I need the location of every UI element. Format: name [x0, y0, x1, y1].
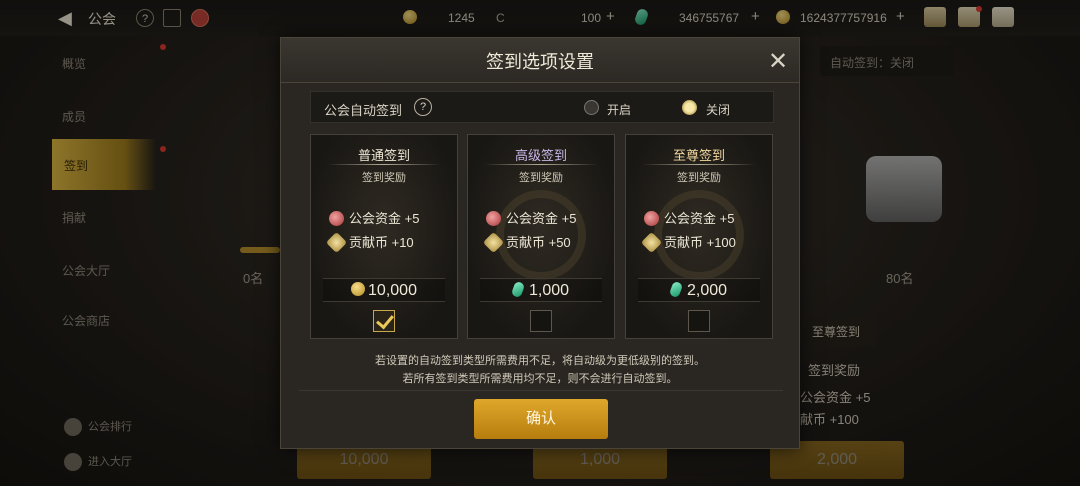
contribution-text: 贡献币 +50 — [506, 235, 571, 250]
gold-coin-icon — [351, 282, 366, 296]
price-value: 1,000 — [528, 282, 570, 299]
price: 2,000 — [638, 280, 760, 300]
close-icon[interactable]: ✕ — [768, 47, 788, 76]
contribution-reward: 贡献币 +100 — [640, 231, 736, 254]
price-bar: 10,000 — [323, 278, 445, 302]
contribution-text: 贡献币 +100 — [664, 235, 736, 250]
price: 1,000 — [480, 280, 602, 300]
radio-on-label[interactable]: 开启 — [607, 101, 631, 118]
dialog-title: 签到选项设置 — [486, 52, 594, 72]
divider — [642, 164, 756, 165]
guild-fund-reward: 公会资金 +5 — [644, 208, 734, 227]
guild-fund-text: 公会资金 +5 — [506, 211, 577, 226]
contribution-text: 贡献币 +10 — [349, 235, 414, 250]
card-title: 普通签到 — [357, 148, 410, 163]
note-line-2: 若所有签到类型所需费用均不足，则不会进行自动签到。 — [402, 373, 678, 385]
guild-fund-text: 公会资金 +5 — [349, 211, 420, 226]
card-subtitle: 签到奖励 — [362, 172, 406, 184]
divider — [327, 164, 441, 165]
gem-icon — [668, 280, 684, 299]
guild-fund-icon — [644, 211, 659, 226]
guild-fund-reward: 公会资金 +5 — [486, 208, 576, 227]
signin-settings-dialog: 签到选项设置 ✕ 公会自动签到 ? 开启 关闭 普通签到 签到奖励 公会资金 +… — [280, 37, 800, 449]
price-bar: 2,000 — [638, 278, 760, 302]
dialog-header: 签到选项设置 ✕ — [281, 38, 799, 83]
select-checkbox[interactable] — [373, 310, 395, 332]
card-subtitle: 签到奖励 — [519, 172, 563, 184]
auto-signin-row: 公会自动签到 ? 开启 关闭 — [310, 91, 774, 123]
contribution-coin-icon — [640, 231, 663, 254]
price: 10,000 — [323, 282, 445, 300]
select-checkbox[interactable] — [530, 310, 552, 332]
signin-card-advanced[interactable]: 高级签到 签到奖励 公会资金 +5 贡献币 +50 1,000 — [467, 134, 615, 339]
confirm-button[interactable]: 确认 — [474, 399, 608, 439]
guild-fund-reward: 公会资金 +5 — [329, 208, 419, 227]
select-checkbox[interactable] — [688, 310, 710, 332]
price-value: 10,000 — [368, 282, 417, 299]
card-title: 至尊签到 — [672, 148, 725, 163]
contribution-coin-icon — [482, 231, 505, 254]
auto-signin-label: 公会自动签到 — [324, 103, 403, 118]
help-icon[interactable]: ? — [414, 98, 432, 116]
radio-on[interactable] — [584, 100, 599, 115]
card-subtitle: 签到奖励 — [677, 172, 721, 184]
signin-card-supreme[interactable]: 至尊签到 签到奖励 公会资金 +5 贡献币 +100 2,000 — [625, 134, 773, 339]
divider — [299, 390, 783, 391]
gem-icon — [510, 280, 526, 299]
divider — [484, 164, 598, 165]
guild-fund-icon — [486, 211, 501, 226]
price-value: 2,000 — [686, 282, 728, 299]
price-bar: 1,000 — [480, 278, 602, 302]
contribution-reward: 贡献币 +10 — [325, 231, 414, 254]
contribution-reward: 贡献币 +50 — [482, 231, 571, 254]
guild-fund-icon — [329, 211, 344, 226]
card-title: 高级签到 — [514, 148, 567, 163]
guild-fund-text: 公会资金 +5 — [664, 211, 735, 226]
signin-card-normal[interactable]: 普通签到 签到奖励 公会资金 +5 贡献币 +10 10,000 — [310, 134, 458, 339]
note-line-1: 若设置的自动签到类型所需费用不足，将自动级为更低级别的签到。 — [375, 355, 705, 367]
radio-off[interactable] — [682, 100, 697, 115]
radio-off-label[interactable]: 关闭 — [706, 101, 730, 118]
contribution-coin-icon — [325, 231, 348, 254]
